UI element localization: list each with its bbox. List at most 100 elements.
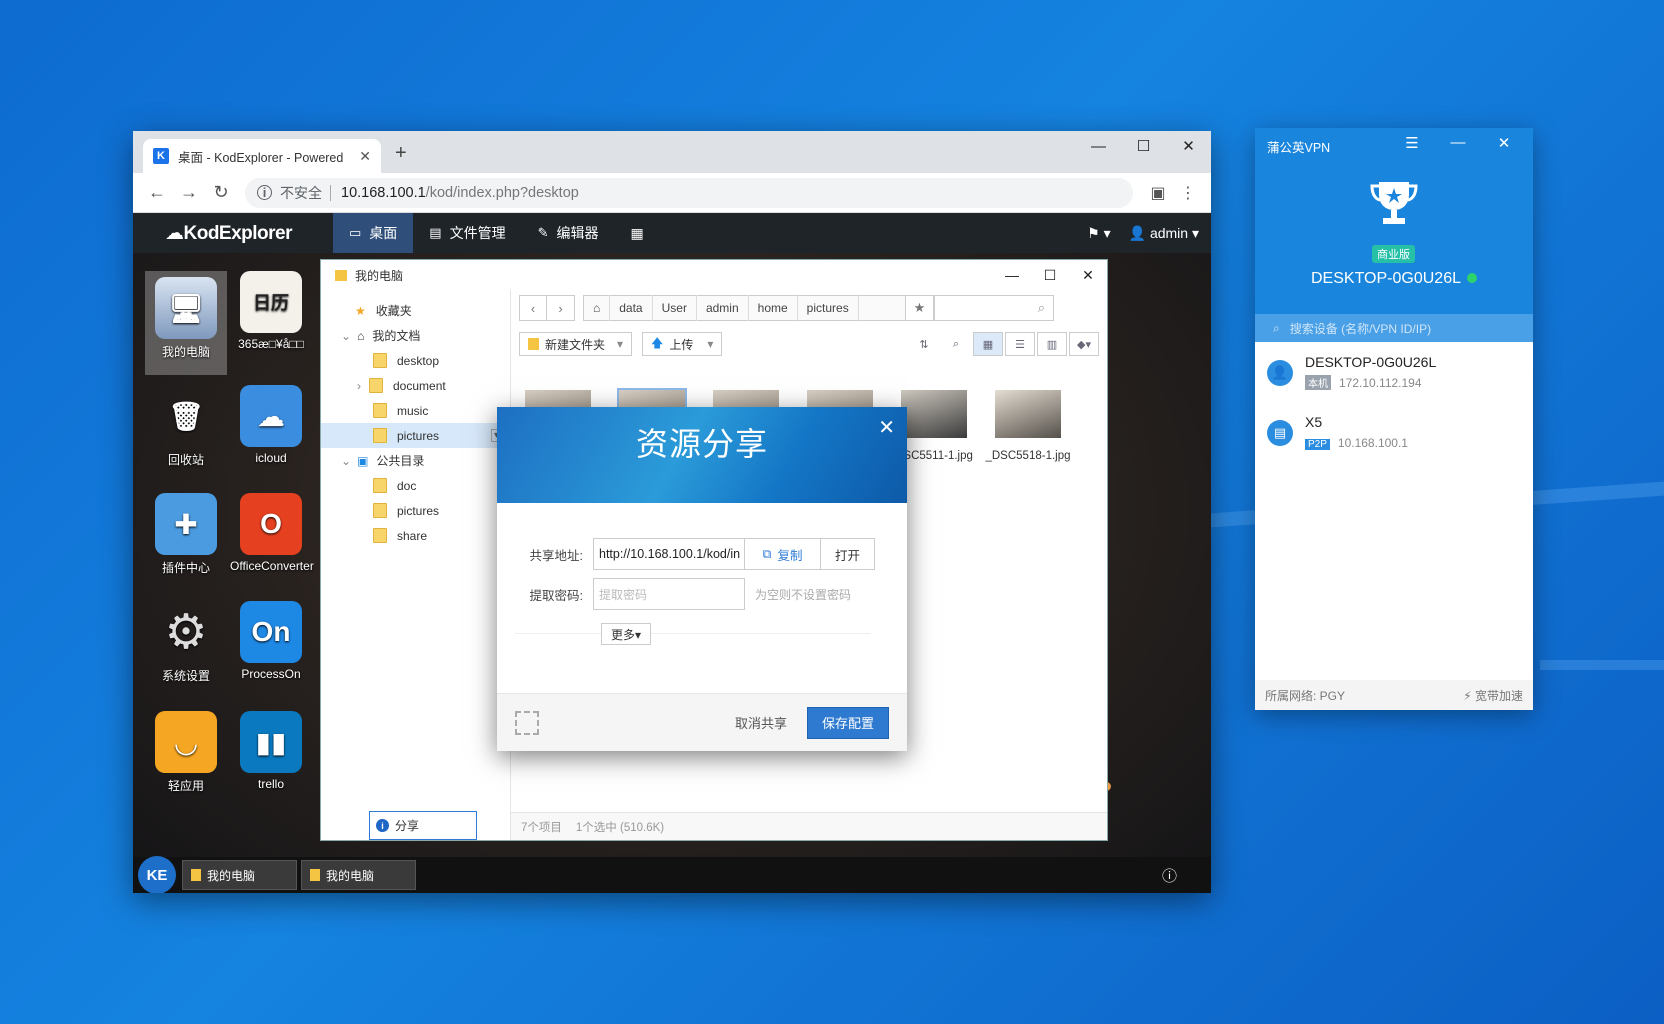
- device-tag: P2P: [1305, 439, 1330, 450]
- minimize-icon[interactable]: —: [1076, 131, 1121, 161]
- share-tooltip[interactable]: i 分享: [369, 811, 477, 840]
- tree-item-document[interactable]: › document: [321, 373, 510, 398]
- profile-icon[interactable]: ▣: [1143, 183, 1173, 203]
- user-menu[interactable]: 👤 admin ▾: [1129, 225, 1199, 242]
- insecure-label: 不安全: [280, 184, 322, 201]
- kod-taskbar: KE 我的电脑 我的电脑 ⓘ: [133, 856, 1211, 893]
- back-icon[interactable]: ←: [141, 182, 173, 203]
- tree-item-share[interactable]: share: [321, 523, 510, 548]
- desktop-icon-processon[interactable]: On ProcessOn: [230, 601, 312, 681]
- back-icon[interactable]: ‹: [519, 295, 547, 321]
- new-tab-icon[interactable]: +: [395, 142, 407, 165]
- trash-icon: 🗑: [168, 400, 204, 432]
- monitor-icon: ▭: [349, 225, 362, 240]
- tree-item-desktop[interactable]: desktop: [321, 348, 510, 373]
- desktop-icon-trello[interactable]: ▮▮ trello: [230, 711, 312, 791]
- breadcrumb[interactable]: ⌂ data User admin home pictures: [583, 295, 906, 321]
- tab-close-icon[interactable]: ✕: [359, 148, 371, 165]
- desktop-icon-recycle-bin[interactable]: 🗑 回收站: [145, 385, 227, 468]
- desktop-icon-calendar[interactable]: 日历 365æ□¥å□□: [230, 271, 312, 351]
- reload-icon[interactable]: ↻: [205, 182, 237, 203]
- desktop-icon-plugin-center[interactable]: ✚ 插件中心: [145, 493, 227, 576]
- close-icon[interactable]: ✕: [878, 415, 895, 440]
- tab-strip: K 桌面 - KodExplorer - Powered ✕ + — ☐ ✕: [133, 131, 1211, 173]
- flag-icon[interactable]: ⚑ ▾: [1087, 225, 1110, 242]
- cancel-share-button[interactable]: 取消共享: [735, 713, 787, 732]
- nav-file-manager[interactable]: ▤ 文件管理: [413, 213, 521, 253]
- open-button[interactable]: 打开: [821, 538, 875, 570]
- theme-icon[interactable]: ◆▾: [1069, 332, 1099, 356]
- file-thumbnail[interactable]: [901, 390, 967, 438]
- minimize-icon[interactable]: —: [1435, 134, 1481, 152]
- search-icon: ⌕: [1273, 320, 1280, 335]
- copy-button[interactable]: ⧉ 复制: [745, 538, 821, 570]
- nav-desktop[interactable]: ▭ 桌面: [333, 213, 414, 253]
- sort-icon[interactable]: ⇅: [909, 332, 939, 356]
- tree-item-doc[interactable]: doc: [321, 473, 510, 498]
- accelerate-button[interactable]: ⚡ 宽带加速: [1463, 687, 1523, 704]
- share-url-field[interactable]: http://10.168.100.1/kod/in: [593, 538, 745, 570]
- info-icon[interactable]: i: [257, 185, 272, 200]
- minimize-icon[interactable]: —: [993, 267, 1031, 284]
- menu-icon[interactable]: ☰: [1389, 134, 1435, 152]
- desktop-icon-light-apps[interactable]: ◡ 轻应用: [145, 711, 227, 794]
- tree-item-pictures-public[interactable]: pictures: [321, 498, 510, 523]
- tree-item-favorites[interactable]: ★ 收藏夹: [321, 298, 510, 323]
- kod-navbar: ☁KodExplorer ▭ 桌面 ▤ 文件管理 ✎ 编辑器 ▦ ⚑ ▾ 👤 admi…: [133, 213, 1211, 253]
- device-search-input[interactable]: ⌕ 搜索设备 (名称/VPN ID/IP): [1255, 314, 1533, 342]
- device-item[interactable]: ▤ X5 P2P 10.168.100.1: [1255, 402, 1533, 462]
- close-icon[interactable]: ✕: [1069, 267, 1107, 284]
- router-icon: ▤: [1267, 420, 1293, 446]
- file-name: _DSC5518-1.jpg: [985, 450, 1071, 462]
- tree-item-music[interactable]: music: [321, 398, 510, 423]
- desktop-icon-office-converter[interactable]: O OfficeConverter: [230, 493, 314, 573]
- split-view-icon[interactable]: ▥: [1037, 332, 1067, 356]
- list-view-icon[interactable]: ☰: [1005, 332, 1035, 356]
- nav-editor[interactable]: ✎ 编辑器: [522, 213, 615, 253]
- browser-tab[interactable]: K 桌面 - KodExplorer - Powered ✕: [143, 139, 381, 173]
- upload-button[interactable]: 🡅 上传 ▾: [642, 332, 723, 356]
- url-path: /kod/index.php?desktop: [425, 184, 579, 201]
- upload-icon: 🡅: [651, 335, 664, 350]
- search-icon: ⌕: [1037, 300, 1045, 315]
- maximize-icon[interactable]: ☐: [1031, 267, 1069, 284]
- search-input[interactable]: ⌕: [934, 295, 1054, 321]
- tree-item-pictures[interactable]: pictures▾: [321, 423, 510, 448]
- lightning-icon: ⚡: [1463, 688, 1472, 703]
- address-bar[interactable]: i 不安全 10.168.100.1/kod/index.php?desktop: [245, 177, 1133, 208]
- nav-apps[interactable]: ▦: [615, 213, 660, 253]
- vpn-footer: 所属网络: PGY ⚡ 宽带加速: [1255, 680, 1533, 710]
- taskbar-item[interactable]: 我的电脑: [301, 860, 416, 890]
- vpn-panel: 蒲公英VPN ☰ — ✕ 商业版 DESKTOP-0G0U26L ⌕ 搜索设备 (…: [1255, 128, 1533, 710]
- device-item[interactable]: 👤 DESKTOP-0G0U26L 本机 172.10.112.194: [1255, 342, 1533, 402]
- forward-icon[interactable]: ›: [547, 295, 575, 321]
- user-icon: 👤: [1267, 360, 1293, 386]
- more-button[interactable]: 更多▾: [601, 623, 651, 645]
- qr-code-icon[interactable]: [515, 710, 539, 735]
- file-thumbnail[interactable]: [995, 390, 1061, 438]
- info-icon[interactable]: ⓘ: [1162, 865, 1177, 886]
- crumb: admin: [697, 295, 749, 321]
- tree-item-public[interactable]: ⌄ ▣ 公共目录: [321, 448, 510, 473]
- menu-icon[interactable]: ⋮: [1173, 183, 1203, 203]
- maximize-icon[interactable]: ☐: [1121, 131, 1166, 161]
- forward-icon[interactable]: →: [173, 182, 205, 203]
- password-field[interactable]: 提取密码: [593, 578, 745, 610]
- url-host: 10.168.100.1: [341, 184, 426, 201]
- desktop-icon-my-computer[interactable]: 🖥 我的电脑: [145, 271, 227, 375]
- calendar-icon: 日历: [240, 271, 302, 333]
- desktop-icon-icloud[interactable]: ☁ icloud: [230, 385, 312, 465]
- grid-view-icon[interactable]: ▦: [973, 332, 1003, 356]
- save-config-button[interactable]: 保存配置: [807, 706, 889, 739]
- taskbar-item[interactable]: 我的电脑: [182, 860, 297, 890]
- star-icon[interactable]: ★: [906, 295, 934, 321]
- desktop-icon-settings[interactable]: ⚙ 系统设置: [145, 601, 227, 684]
- password-label: 提取密码:: [529, 588, 583, 603]
- shopping-bag-icon: ◡: [155, 711, 217, 773]
- zoom-icon[interactable]: ⌕: [941, 332, 971, 356]
- start-button[interactable]: KE: [138, 856, 176, 893]
- tree-item-my-documents[interactable]: ⌄ ⌂ 我的文档: [321, 323, 510, 348]
- new-folder-button[interactable]: 新建文件夹 ▾: [519, 332, 633, 356]
- close-icon[interactable]: ✕: [1166, 131, 1211, 161]
- close-icon[interactable]: ✕: [1481, 134, 1527, 152]
